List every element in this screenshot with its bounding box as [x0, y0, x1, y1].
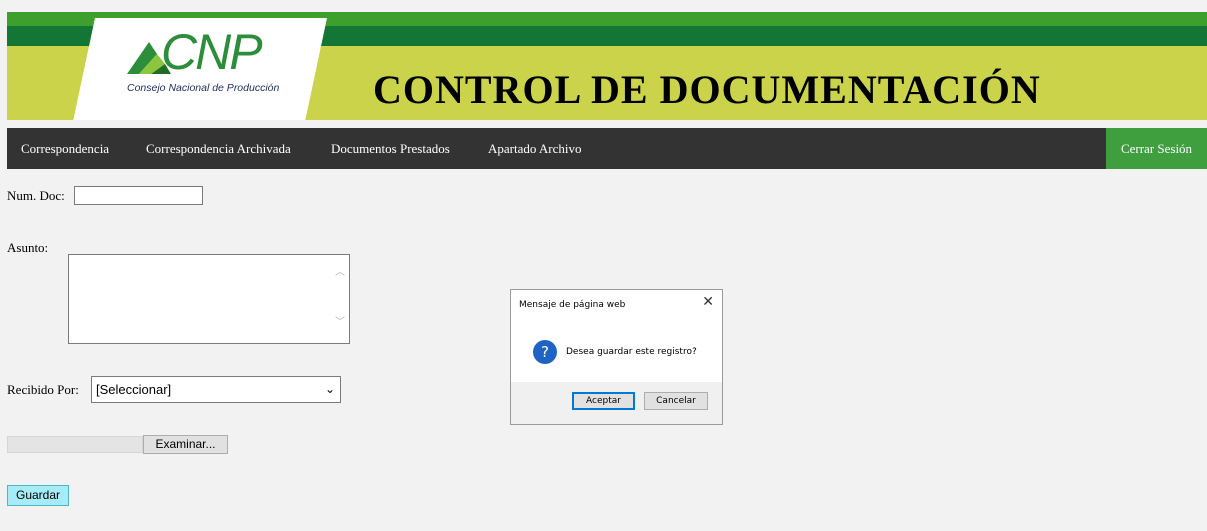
logo-text: CNP: [161, 24, 263, 80]
scroll-down-icon[interactable]: ﹀: [335, 317, 345, 329]
file-path-field[interactable]: [7, 436, 143, 453]
nav-item-correspondencia[interactable]: Correspondencia: [21, 128, 109, 169]
accept-button[interactable]: Aceptar: [572, 392, 635, 410]
chevron-down-icon: ⌄: [324, 382, 335, 396]
save-button[interactable]: Guardar: [7, 485, 69, 506]
close-icon[interactable]: ✕: [702, 294, 714, 310]
confirm-dialog: Mensaje de página web ✕ ? Desea guardar …: [510, 289, 723, 425]
asunto-textarea[interactable]: ︿ ﹀: [68, 254, 350, 344]
cnp-logo: CNP Consejo Nacional de Producción: [119, 24, 319, 104]
recibido-select[interactable]: [Seleccionar] ⌄: [91, 376, 341, 403]
page-title: CONTROL DE DOCUMENTACIÓN: [373, 67, 1041, 112]
header-banner: CNP Consejo Nacional de Producción CONTR…: [7, 12, 1207, 120]
recibido-label: Recibido Por:: [7, 382, 79, 397]
dialog-footer: Aceptar Cancelar: [511, 382, 722, 424]
asunto-label: Asunto:: [7, 240, 49, 255]
dialog-title: Mensaje de página web: [519, 300, 626, 310]
num-doc-label: Num. Doc:: [7, 188, 65, 203]
cancel-button[interactable]: Cancelar: [644, 392, 708, 410]
recibido-selected-value: [Seleccionar]: [96, 382, 172, 397]
nav-bar: Correspondencia Correspondencia Archivad…: [7, 128, 1207, 169]
browse-file-button[interactable]: Examinar...: [143, 435, 228, 454]
logout-button[interactable]: Cerrar Sesión: [1106, 128, 1207, 169]
dialog-message: Desea guardar este registro?: [566, 347, 697, 357]
nav-item-documentos-prestados[interactable]: Documentos Prestados: [331, 128, 450, 169]
nav-item-correspondencia-archivada[interactable]: Correspondencia Archivada: [146, 128, 291, 169]
num-doc-input[interactable]: [74, 186, 203, 205]
nav-item-apartado-archivo[interactable]: Apartado Archivo: [488, 128, 582, 169]
logo-subtitle: Consejo Nacional de Producción: [127, 82, 280, 94]
question-icon: ?: [533, 340, 557, 364]
scroll-up-icon[interactable]: ︿: [335, 267, 345, 279]
